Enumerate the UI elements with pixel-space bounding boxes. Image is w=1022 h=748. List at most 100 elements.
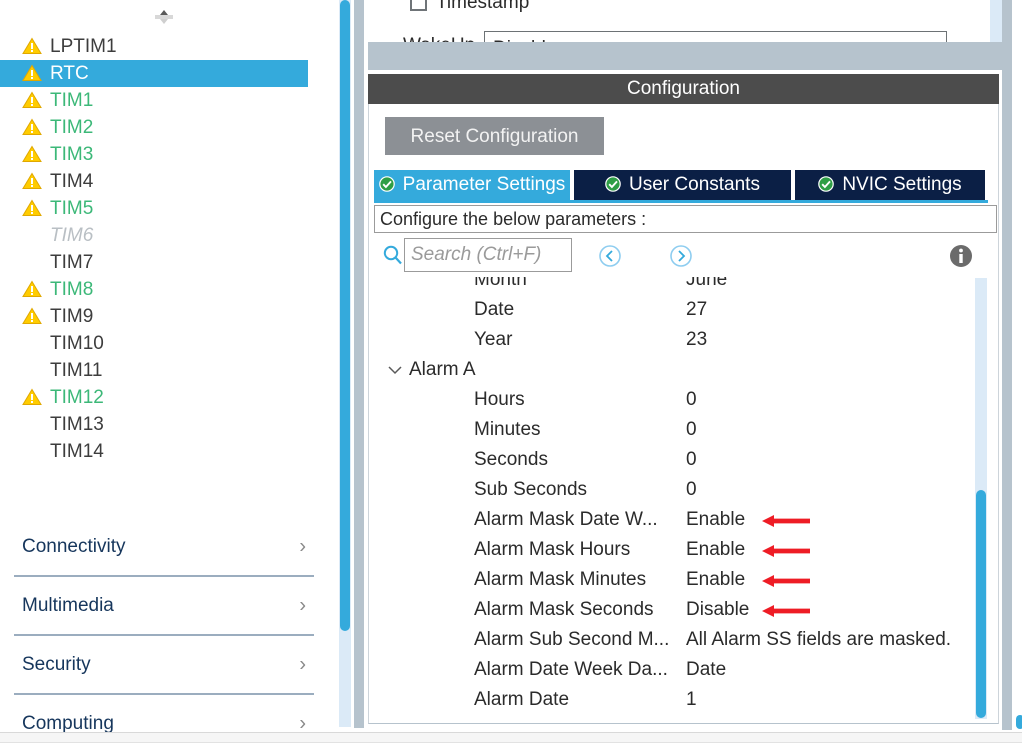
category-computing[interactable]: Computing › [14, 695, 314, 732]
category-connectivity[interactable]: Connectivity › [14, 518, 314, 577]
parameter-value[interactable]: Enable [686, 535, 745, 565]
reset-configuration-button[interactable]: Reset Configuration [385, 117, 604, 155]
sidebar-item-tim8[interactable]: TIM8 [0, 276, 330, 303]
parameter-value[interactable]: 1 [686, 685, 697, 715]
parameter-name: Alarm Mask Date W... [474, 509, 658, 530]
check-circle-icon [378, 176, 395, 192]
rtc-top-settings-panel: Timestamp WakeUp Disable [368, 0, 1002, 70]
annotation-arrow-icon [762, 543, 810, 559]
parameter-row[interactable]: Alarm Mask Hours Enable [374, 535, 982, 565]
sidebar-item-tim6[interactable]: TIM6 [0, 222, 330, 249]
parameter-row[interactable]: Sub Seconds 0 [374, 475, 982, 505]
parameter-row[interactable]: Year 23 [374, 325, 982, 355]
sidebar-item-tim9[interactable]: TIM9 [0, 303, 330, 330]
sidebar-item-tim7[interactable]: TIM7 [0, 249, 330, 276]
parameter-name: Alarm A [409, 359, 476, 380]
parameter-name: Date [474, 299, 515, 320]
warning-icon [22, 37, 42, 55]
sidebar-item-rtc[interactable]: RTC [0, 60, 308, 87]
right-panel-divider [1002, 0, 1012, 730]
search-icon [382, 244, 404, 266]
search-input[interactable] [404, 238, 572, 272]
sidebar-item-label: LPTIM1 [50, 36, 117, 57]
tab-label: NVIC Settings [842, 174, 962, 195]
parameter-row[interactable]: Hours 0 [374, 385, 982, 415]
sidebar-item-tim12[interactable]: TIM12 [0, 384, 330, 411]
parameter-value[interactable]: June [686, 277, 727, 295]
info-icon[interactable] [948, 243, 974, 269]
parameter-row[interactable]: Alarm Sub Second M... All Alarm SS fields… [374, 625, 982, 655]
timestamp-checkbox[interactable] [410, 0, 427, 11]
sidebar-item-tim1[interactable]: TIM1 [0, 87, 330, 114]
parameter-value[interactable]: Enable [686, 505, 745, 535]
parameter-value[interactable]: 0 [686, 475, 697, 505]
chevron-right-icon: › [299, 594, 306, 616]
sidebar-item-tim13[interactable]: TIM13 [0, 411, 330, 438]
sidebar-item-tim5[interactable]: TIM5 [0, 195, 330, 222]
parameter-value[interactable]: Enable [686, 565, 745, 595]
annotation-arrow-icon [762, 573, 810, 589]
tab-underline [374, 200, 988, 203]
parameter-value[interactable]: Date [686, 655, 726, 685]
warning-icon [22, 64, 42, 82]
parameter-row[interactable]: Seconds 0 [374, 445, 982, 475]
sidebar-item-label: TIM11 [50, 360, 103, 381]
parameter-scrollbar-thumb[interactable] [976, 490, 986, 718]
parameter-row[interactable]: Alarm Mask Minutes Enable [374, 565, 982, 595]
parameter-name: Alarm Mask Minutes [474, 569, 647, 590]
parameter-name: Minutes [474, 419, 541, 440]
parameter-value[interactable]: 0 [686, 385, 697, 415]
sidebar-item-tim14[interactable]: TIM14 [0, 438, 330, 465]
outer-scrollbar-thumb[interactable] [1016, 715, 1022, 729]
parameter-row[interactable]: Alarm A [374, 355, 982, 385]
tab-nvic-settings[interactable]: NVIC Settings [795, 170, 985, 200]
parameter-tree: Month June Date 27 Year 23 Alarm A Hours 0 Minute… [374, 277, 982, 720]
timestamp-label: Timestamp [436, 0, 530, 13]
configure-hint-text: Configure the below parameters : [374, 205, 997, 233]
chevron-left-circle-icon[interactable] [598, 244, 622, 268]
parameter-row[interactable]: Month June [374, 277, 982, 295]
chevron-down-icon[interactable] [388, 365, 402, 375]
parameter-row[interactable]: Alarm Date 1 [374, 685, 982, 715]
chevron-right-circle-icon[interactable] [669, 244, 693, 268]
chevron-right-icon: › [299, 712, 306, 732]
sidebar-item-tim4[interactable]: TIM4 [0, 168, 330, 195]
parameter-value[interactable]: 23 [686, 325, 707, 355]
parameter-row[interactable]: Alarm Date Week Da... Date [374, 655, 982, 685]
sidebar-item-lptim1[interactable]: LPTIM1 [0, 33, 330, 60]
parameter-value[interactable]: 27 [686, 295, 707, 325]
application-window: LPTIM1 RTC TIM1 TIM2 TIM3 TIM4 TIM5 TIM6 TIM7 TIM… [0, 0, 1022, 748]
tab-label: Parameter Settings [402, 174, 566, 195]
tab-parameter-settings[interactable]: Parameter Settings [374, 170, 570, 200]
sidebar-item-tim11[interactable]: TIM11 [0, 357, 330, 384]
parameter-value[interactable]: 0 [686, 445, 697, 475]
sidebar-item-label: TIM6 [50, 225, 94, 246]
category-label: Connectivity [22, 535, 126, 557]
sidebar-item-tim10[interactable]: TIM10 [0, 330, 330, 357]
warning-icon [22, 280, 42, 298]
peripheral-list: LPTIM1 RTC TIM1 TIM2 TIM3 TIM4 TIM5 TIM6 TIM7 TIM… [0, 33, 330, 465]
parameter-value[interactable]: All Alarm SS fields are masked. [686, 625, 951, 655]
parameter-row[interactable]: Alarm Mask Seconds Disable [374, 595, 982, 625]
parameter-name: Alarm Date [474, 689, 570, 710]
splitter-handle[interactable] [155, 10, 173, 26]
category-security[interactable]: Security › [14, 636, 314, 695]
top-panel-scrollbar-track[interactable] [990, 0, 1002, 42]
category-label: Computing [22, 712, 114, 733]
sidebar-item-label: TIM4 [50, 171, 94, 192]
tab-user-constants[interactable]: User Constants [574, 170, 791, 200]
sidebar-item-tim2[interactable]: TIM2 [0, 114, 330, 141]
parameter-value[interactable]: Disable [686, 595, 749, 625]
parameter-row[interactable]: Alarm Mask Date W... Enable [374, 505, 982, 535]
tab-label: User Constants [629, 174, 760, 195]
sidebar-scrollbar-thumb[interactable] [340, 0, 350, 631]
parameter-value[interactable]: 0 [686, 415, 697, 445]
sidebar-item-tim3[interactable]: TIM3 [0, 141, 330, 168]
category-multimedia[interactable]: Multimedia › [14, 577, 314, 636]
warning-icon [22, 118, 42, 136]
parameter-row[interactable]: Date 27 [374, 295, 982, 325]
sidebar-item-label: TIM14 [50, 441, 104, 462]
timestamp-checkbox-row[interactable]: Timestamp [410, 0, 529, 18]
parameter-row[interactable]: Minutes 0 [374, 415, 982, 445]
warning-icon [22, 172, 42, 190]
